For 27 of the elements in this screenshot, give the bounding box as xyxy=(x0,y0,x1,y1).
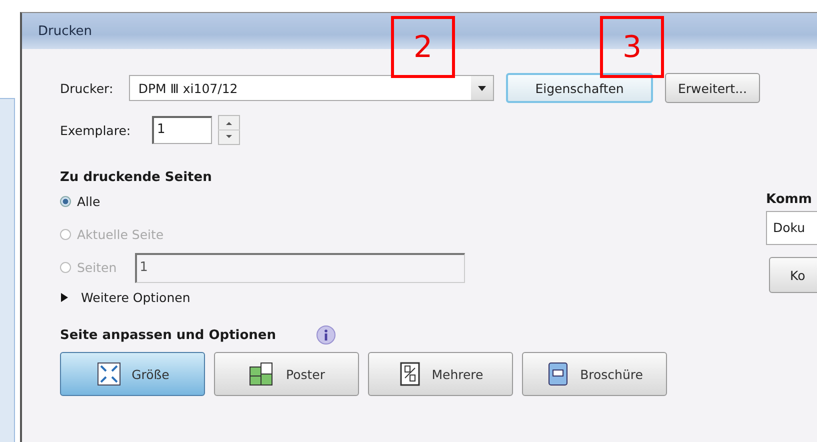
comments-dropdown[interactable]: Doku xyxy=(766,211,817,245)
copies-field[interactable]: 1 xyxy=(152,116,212,144)
section-heading: Zu druckende Seiten xyxy=(60,170,213,185)
spinner-control[interactable] xyxy=(218,115,240,145)
mode-button[interactable]: Poster xyxy=(214,352,359,396)
mode-button[interactable]: Broschüre xyxy=(522,352,667,396)
page-icon xyxy=(398,361,422,387)
section-heading: Komm xyxy=(766,192,812,207)
copies-label: Exemplare: xyxy=(60,122,132,138)
mode-button[interactable]: Größe xyxy=(60,352,205,396)
expander-toggle[interactable]: Weitere Optionen xyxy=(60,290,190,305)
annotation-label: 2 xyxy=(391,16,455,78)
printer-button[interactable]: Erweitert... xyxy=(665,73,760,103)
mode-button[interactable]: Mehrere xyxy=(368,352,513,396)
window-title: Drucken xyxy=(38,24,92,38)
radio-option[interactable]: Alle xyxy=(60,194,100,209)
printer-button[interactable]: Eigenschaften xyxy=(506,73,654,103)
comments-button[interactable]: Ko xyxy=(769,257,817,293)
printer-dropdown[interactable]: DPM Ⅲ xi107/12 xyxy=(129,75,494,101)
resize-icon xyxy=(96,361,122,387)
section-heading: Seite anpassen und Optionen xyxy=(60,328,276,342)
annotation-label: 3 xyxy=(600,16,664,78)
booklet-icon xyxy=(546,361,570,387)
info-icon[interactable] xyxy=(316,325,336,345)
printer-label: Drucker: xyxy=(60,80,114,96)
triangle-icon xyxy=(60,293,69,302)
dropdown-arrow-icon xyxy=(478,86,486,90)
